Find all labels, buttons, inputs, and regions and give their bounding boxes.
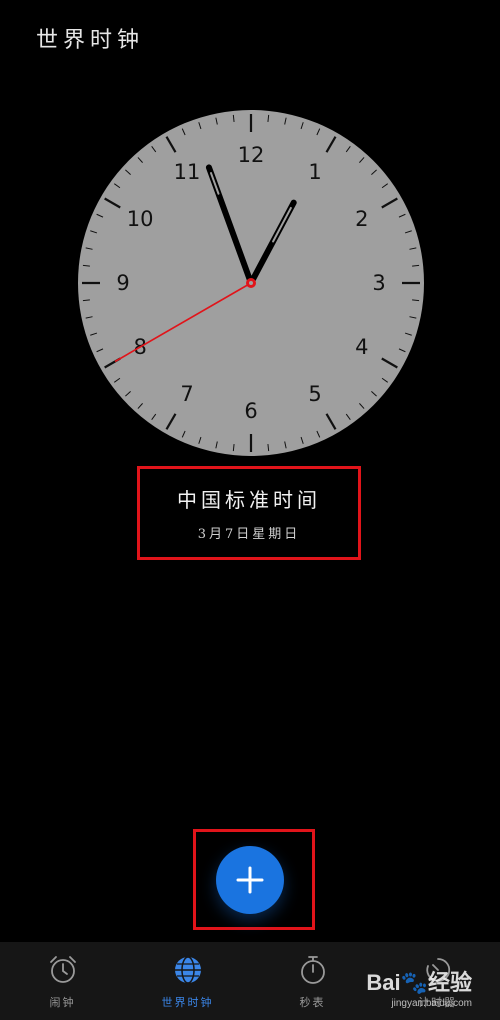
timezone-card[interactable]: 中国标准时间 3月7日星期日 (137, 466, 361, 560)
analog-clock: 12 1 2 3 4 5 6 7 8 9 10 11 (76, 108, 426, 458)
tab-stopwatch[interactable]: 秒表 (250, 942, 375, 1020)
numeral-7: 7 (180, 382, 193, 406)
numeral-4: 4 (355, 335, 368, 359)
numeral-11: 11 (174, 160, 201, 184)
tab-alarm-label: 闹钟 (49, 996, 76, 1009)
clock-center-dot (249, 281, 253, 285)
timezone-name: 中国标准时间 (177, 488, 321, 512)
numeral-3: 3 (372, 271, 385, 295)
numeral-1: 1 (308, 160, 321, 184)
baidu-jingyan-watermark: Bai🐾经验 (366, 970, 472, 995)
page-title: 世界时钟 (36, 28, 145, 53)
alarm-clock-icon (49, 956, 76, 983)
numeral-5: 5 (308, 382, 321, 406)
tab-world-clock-label: 世界时钟 (161, 996, 214, 1009)
numeral-9: 9 (116, 271, 129, 295)
stopwatch-icon (300, 956, 325, 984)
watermark-url: jingyan.baidu.com (391, 998, 472, 1009)
watermark-brand: Bai (366, 970, 401, 995)
numeral-10: 10 (127, 207, 154, 231)
numeral-2: 2 (355, 207, 368, 231)
add-city-button[interactable] (216, 846, 284, 914)
tab-stopwatch-label: 秒表 (299, 996, 326, 1009)
analog-clock-face: 12 1 2 3 4 5 6 7 8 9 10 11 (78, 110, 424, 456)
timezone-date: 3月7日星期日 (197, 527, 301, 542)
tab-alarm[interactable]: 闹钟 (0, 942, 125, 1020)
numeral-12: 12 (238, 143, 265, 167)
plus-icon (236, 866, 264, 894)
watermark-suffix: 经验 (427, 970, 472, 995)
numeral-6: 6 (244, 399, 257, 423)
tab-world-clock[interactable]: 世界时钟 (125, 942, 250, 1020)
globe-icon (174, 956, 201, 984)
